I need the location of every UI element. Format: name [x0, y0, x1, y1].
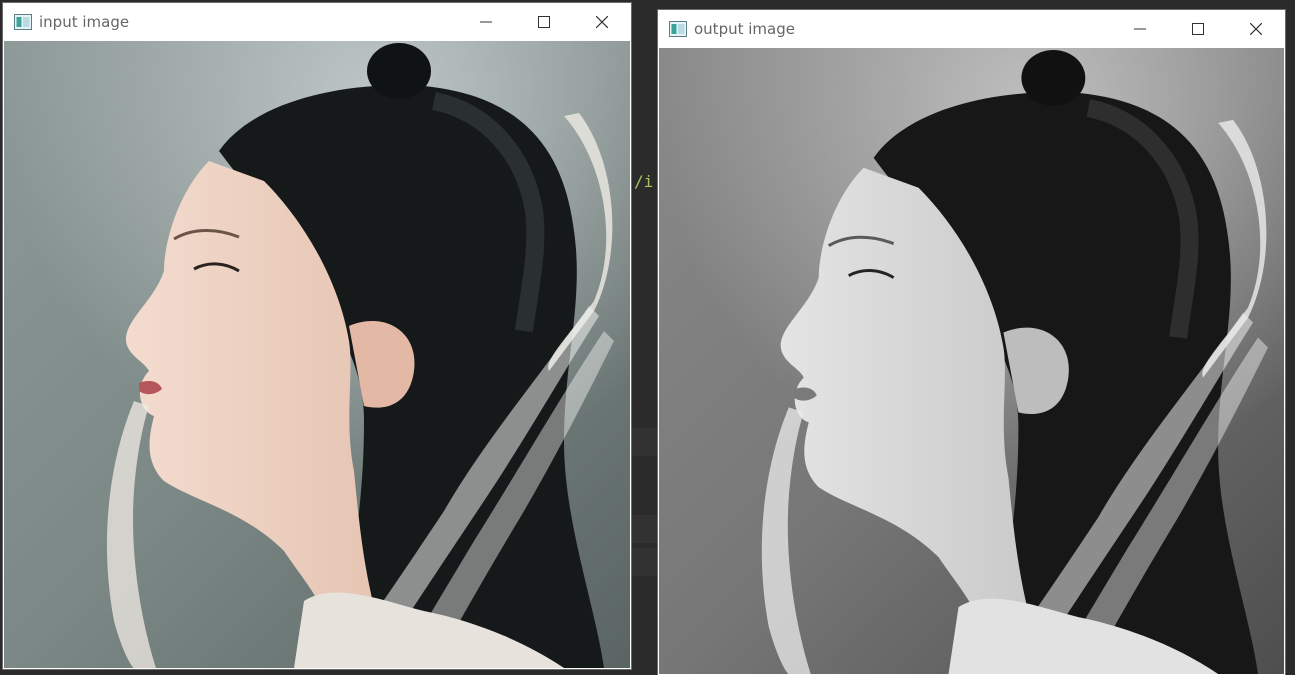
window-title: input image [39, 13, 130, 31]
output-image-canvas[interactable] [659, 48, 1284, 674]
editor-line-highlight [630, 515, 658, 543]
opencv-window-icon [14, 14, 32, 30]
close-button[interactable] [1227, 10, 1285, 48]
minimize-icon [480, 21, 492, 23]
minimize-button[interactable] [1111, 10, 1169, 48]
window-titlebar[interactable]: input image [3, 3, 631, 41]
input-image-canvas[interactable] [4, 41, 630, 668]
close-icon [596, 16, 608, 28]
close-button[interactable] [573, 3, 631, 41]
close-icon [1250, 23, 1262, 35]
input-image-window: input image [3, 3, 631, 669]
window-title: output image [694, 20, 795, 38]
opencv-window-icon [669, 21, 687, 37]
editor-line-highlight [630, 428, 658, 456]
output-image-window: output image [658, 10, 1285, 675]
maximize-icon [538, 16, 550, 28]
maximize-button[interactable] [515, 3, 573, 41]
editor-code-fragment: /i [634, 172, 654, 191]
editor-line-highlight [630, 548, 658, 576]
window-titlebar[interactable]: output image [658, 10, 1285, 48]
window-controls [1111, 10, 1285, 48]
output-photo [659, 48, 1284, 674]
input-photo [4, 41, 630, 668]
window-controls [457, 3, 631, 41]
maximize-button[interactable] [1169, 10, 1227, 48]
maximize-icon [1192, 23, 1204, 35]
minimize-icon [1134, 28, 1146, 30]
minimize-button[interactable] [457, 3, 515, 41]
